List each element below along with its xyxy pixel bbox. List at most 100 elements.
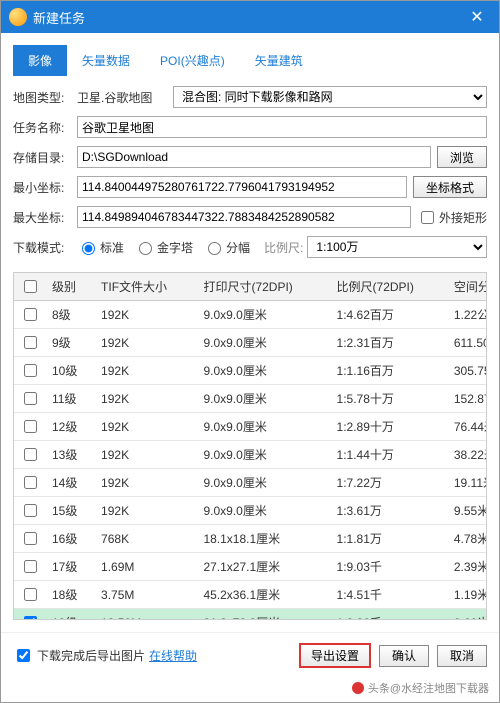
table-row[interactable]: 13级192K9.0x9.0厘米1:1.44十万38.22米2 <box>14 441 487 469</box>
coord-format-button[interactable]: 坐标格式 <box>413 176 487 198</box>
row-checkbox[interactable] <box>24 588 37 601</box>
map-type-label: 地图类型: <box>13 89 71 106</box>
content-area: 影像 矢量数据 POI(兴趣点) 矢量建筑 地图类型: 卫星.谷歌地图 混合图:… <box>1 33 499 632</box>
cell-scale: 1:4.51千 <box>331 581 448 609</box>
cell-level: 15级 <box>46 497 95 525</box>
table-row[interactable]: 14级192K9.0x9.0厘米1:7.22万19.11米2 <box>14 469 487 497</box>
tab-imagery[interactable]: 影像 <box>13 45 67 76</box>
cell-level: 16级 <box>46 525 95 553</box>
cell-print: 9.0x9.0厘米 <box>197 413 330 441</box>
row-save-dir: 存储目录: 浏览 <box>13 146 487 168</box>
cell-size: 192K <box>95 469 197 497</box>
help-link[interactable]: 在线帮助 <box>149 647 197 664</box>
outer-rect-checkbox[interactable] <box>421 211 434 224</box>
save-dir-label: 存储目录: <box>13 149 71 166</box>
row-task-name: 任务名称: <box>13 116 487 138</box>
cancel-button[interactable]: 取消 <box>437 645 487 667</box>
cell-res: 76.44米 <box>448 413 487 441</box>
row-checkbox[interactable] <box>24 560 37 573</box>
table-row[interactable]: 9级192K9.0x9.0厘米1:2.31百万611.50米2 <box>14 329 487 357</box>
scale-select[interactable]: 1:100万 <box>307 236 487 258</box>
tab-vector-building[interactable]: 矢量建筑 <box>240 45 318 76</box>
outer-rect-label: 外接矩形 <box>439 209 487 226</box>
cell-print: 81.3x72.3厘米 <box>197 609 330 621</box>
cell-size: 192K <box>95 497 197 525</box>
browse-button[interactable]: 浏览 <box>437 146 487 168</box>
min-coord-input[interactable] <box>77 176 407 198</box>
mode-radio-standard[interactable] <box>82 242 95 255</box>
table-header-row: 级别 TIF文件大小 打印尺寸(72DPI) 比例尺(72DPI) 空间分辨率 … <box>14 273 487 301</box>
col-size[interactable]: TIF文件大小 <box>95 273 197 301</box>
cell-level: 11级 <box>46 385 95 413</box>
export-settings-button[interactable]: 导出设置 <box>299 643 371 668</box>
map-subtype-select[interactable]: 混合图: 同时下载影像和路网 <box>173 86 487 108</box>
table-row[interactable]: 11级192K9.0x9.0厘米1:5.78十万152.87米2 <box>14 385 487 413</box>
table-row[interactable]: 18级3.75M45.2x36.1厘米1:4.51千1.19米2 <box>14 581 487 609</box>
row-checkbox[interactable] <box>24 532 37 545</box>
table-row[interactable]: 17级1.69M27.1x27.1厘米1:9.03千2.39米2 <box>14 553 487 581</box>
task-name-label: 任务名称: <box>13 119 71 136</box>
table-row[interactable]: 10级192K9.0x9.0厘米1:1.16百万305.75米2 <box>14 357 487 385</box>
row-checkbox[interactable] <box>24 308 37 321</box>
mode-radio-tiled[interactable] <box>208 242 221 255</box>
cell-res: 38.22米 <box>448 441 487 469</box>
close-icon[interactable]: ✕ <box>463 3 491 31</box>
table-row[interactable]: 15级192K9.0x9.0厘米1:3.61万9.55米2 <box>14 497 487 525</box>
cell-res: 152.87米 <box>448 385 487 413</box>
cell-res: 0.60米 <box>448 609 487 621</box>
mode-radio-pyramid[interactable] <box>139 242 152 255</box>
row-checkbox[interactable] <box>24 364 37 377</box>
col-res[interactable]: 空间分辨率 <box>448 273 487 301</box>
tab-vector-data[interactable]: 矢量数据 <box>67 45 145 76</box>
table-row[interactable]: 16级768K18.1x18.1厘米1:1.81万4.78米2 <box>14 525 487 553</box>
col-level[interactable]: 级别 <box>46 273 95 301</box>
row-min-coord: 最小坐标: 坐标格式 <box>13 176 487 198</box>
save-dir-input[interactable] <box>77 146 431 168</box>
row-checkbox[interactable] <box>24 336 37 349</box>
table-row[interactable]: 8级192K9.0x9.0厘米1:4.62百万1.22公里2 <box>14 301 487 329</box>
select-all-checkbox[interactable] <box>24 280 37 293</box>
table-row[interactable]: 19级13.50M81.3x72.3厘米1:2.26千0.60米2 <box>14 609 487 621</box>
row-checkbox[interactable] <box>24 448 37 461</box>
cell-size: 192K <box>95 441 197 469</box>
row-checkbox[interactable] <box>24 420 37 433</box>
tab-poi[interactable]: POI(兴趣点) <box>145 45 240 76</box>
app-icon <box>9 8 27 26</box>
level-table: 级别 TIF文件大小 打印尺寸(72DPI) 比例尺(72DPI) 空间分辨率 … <box>14 273 487 620</box>
cell-scale: 1:1.16百万 <box>331 357 448 385</box>
min-coord-label: 最小坐标: <box>13 179 71 196</box>
cell-level: 18级 <box>46 581 95 609</box>
task-name-input[interactable] <box>77 116 487 138</box>
cell-res: 9.55米 <box>448 497 487 525</box>
row-checkbox[interactable] <box>24 616 37 620</box>
row-checkbox[interactable] <box>24 392 37 405</box>
cell-print: 45.2x36.1厘米 <box>197 581 330 609</box>
cell-print: 9.0x9.0厘米 <box>197 469 330 497</box>
watermark-text: 头条@水经注地图下载器 <box>368 680 489 696</box>
level-table-wrap[interactable]: 级别 TIF文件大小 打印尺寸(72DPI) 比例尺(72DPI) 空间分辨率 … <box>13 272 487 620</box>
download-mode-label: 下载模式: <box>13 239 71 256</box>
row-checkbox[interactable] <box>24 476 37 489</box>
ok-button[interactable]: 确认 <box>379 645 429 667</box>
row-checkbox[interactable] <box>24 504 37 517</box>
cell-print: 18.1x18.1厘米 <box>197 525 330 553</box>
cell-size: 3.75M <box>95 581 197 609</box>
cell-print: 9.0x9.0厘米 <box>197 385 330 413</box>
row-max-coord: 最大坐标: 外接矩形 <box>13 206 487 228</box>
cell-print: 9.0x9.0厘米 <box>197 441 330 469</box>
cell-scale: 1:1.81万 <box>331 525 448 553</box>
col-print[interactable]: 打印尺寸(72DPI) <box>197 273 330 301</box>
cell-scale: 1:5.78十万 <box>331 385 448 413</box>
window-title: 新建任务 <box>33 8 463 27</box>
cell-level: 19级 <box>46 609 95 621</box>
cell-res: 19.11米 <box>448 469 487 497</box>
titlebar[interactable]: 新建任务 ✕ <box>1 1 499 33</box>
table-row[interactable]: 12级192K9.0x9.0厘米1:2.89十万76.44米2 <box>14 413 487 441</box>
max-coord-input[interactable] <box>77 206 411 228</box>
cell-size: 192K <box>95 301 197 329</box>
cell-size: 192K <box>95 357 197 385</box>
cell-res: 1.22公里 <box>448 301 487 329</box>
cell-res: 1.19米 <box>448 581 487 609</box>
col-scale[interactable]: 比例尺(72DPI) <box>331 273 448 301</box>
export-pic-checkbox[interactable] <box>17 649 30 662</box>
